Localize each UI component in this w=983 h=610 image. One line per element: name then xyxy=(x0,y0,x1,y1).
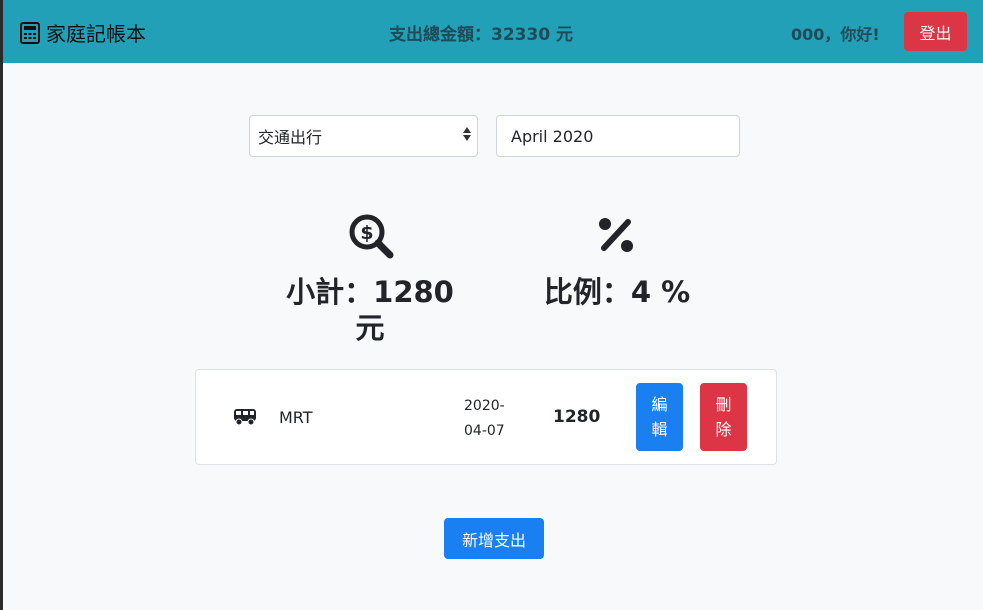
user-greeting: 000，你好! xyxy=(791,25,880,44)
category-select-value: 交通出行 xyxy=(258,128,323,147)
brand-label: 家庭記帳本 xyxy=(46,22,146,46)
expense-name: MRT xyxy=(279,408,313,427)
expense-date: 2020-04-07 xyxy=(464,398,505,439)
percent-icon xyxy=(599,218,633,252)
expense-amount: 1280 xyxy=(553,407,601,427)
total-expense: 支出總金額：32330 元 xyxy=(389,25,574,45)
svg-text:$: $ xyxy=(360,222,373,244)
search-dollar-icon: $ xyxy=(349,214,394,259)
edit-button[interactable]: 編輯 xyxy=(636,383,683,451)
expense-list-item: MRT 2020-04-07 1280 編輯 刪除 xyxy=(195,369,777,465)
add-expense-button[interactable]: 新增支出 xyxy=(444,518,544,559)
brand-link[interactable]: 家庭記帳本 xyxy=(20,18,146,47)
category-select[interactable]: 交通出行 xyxy=(249,115,478,157)
bus-icon xyxy=(234,409,256,426)
delete-button[interactable]: 刪除 xyxy=(700,383,747,451)
month-input[interactable] xyxy=(496,115,740,157)
select-arrows-icon xyxy=(463,127,471,141)
logout-button[interactable]: 登出 xyxy=(904,12,967,51)
ratio-text: 比例：4 % xyxy=(543,275,691,309)
window-edge xyxy=(0,0,3,610)
calculator-icon xyxy=(20,21,40,44)
subtotal-text: 小計：1280 元 xyxy=(286,275,454,345)
top-navbar: 家庭記帳本 支出總金額：32330 元 000，你好! 登出 xyxy=(3,0,983,63)
